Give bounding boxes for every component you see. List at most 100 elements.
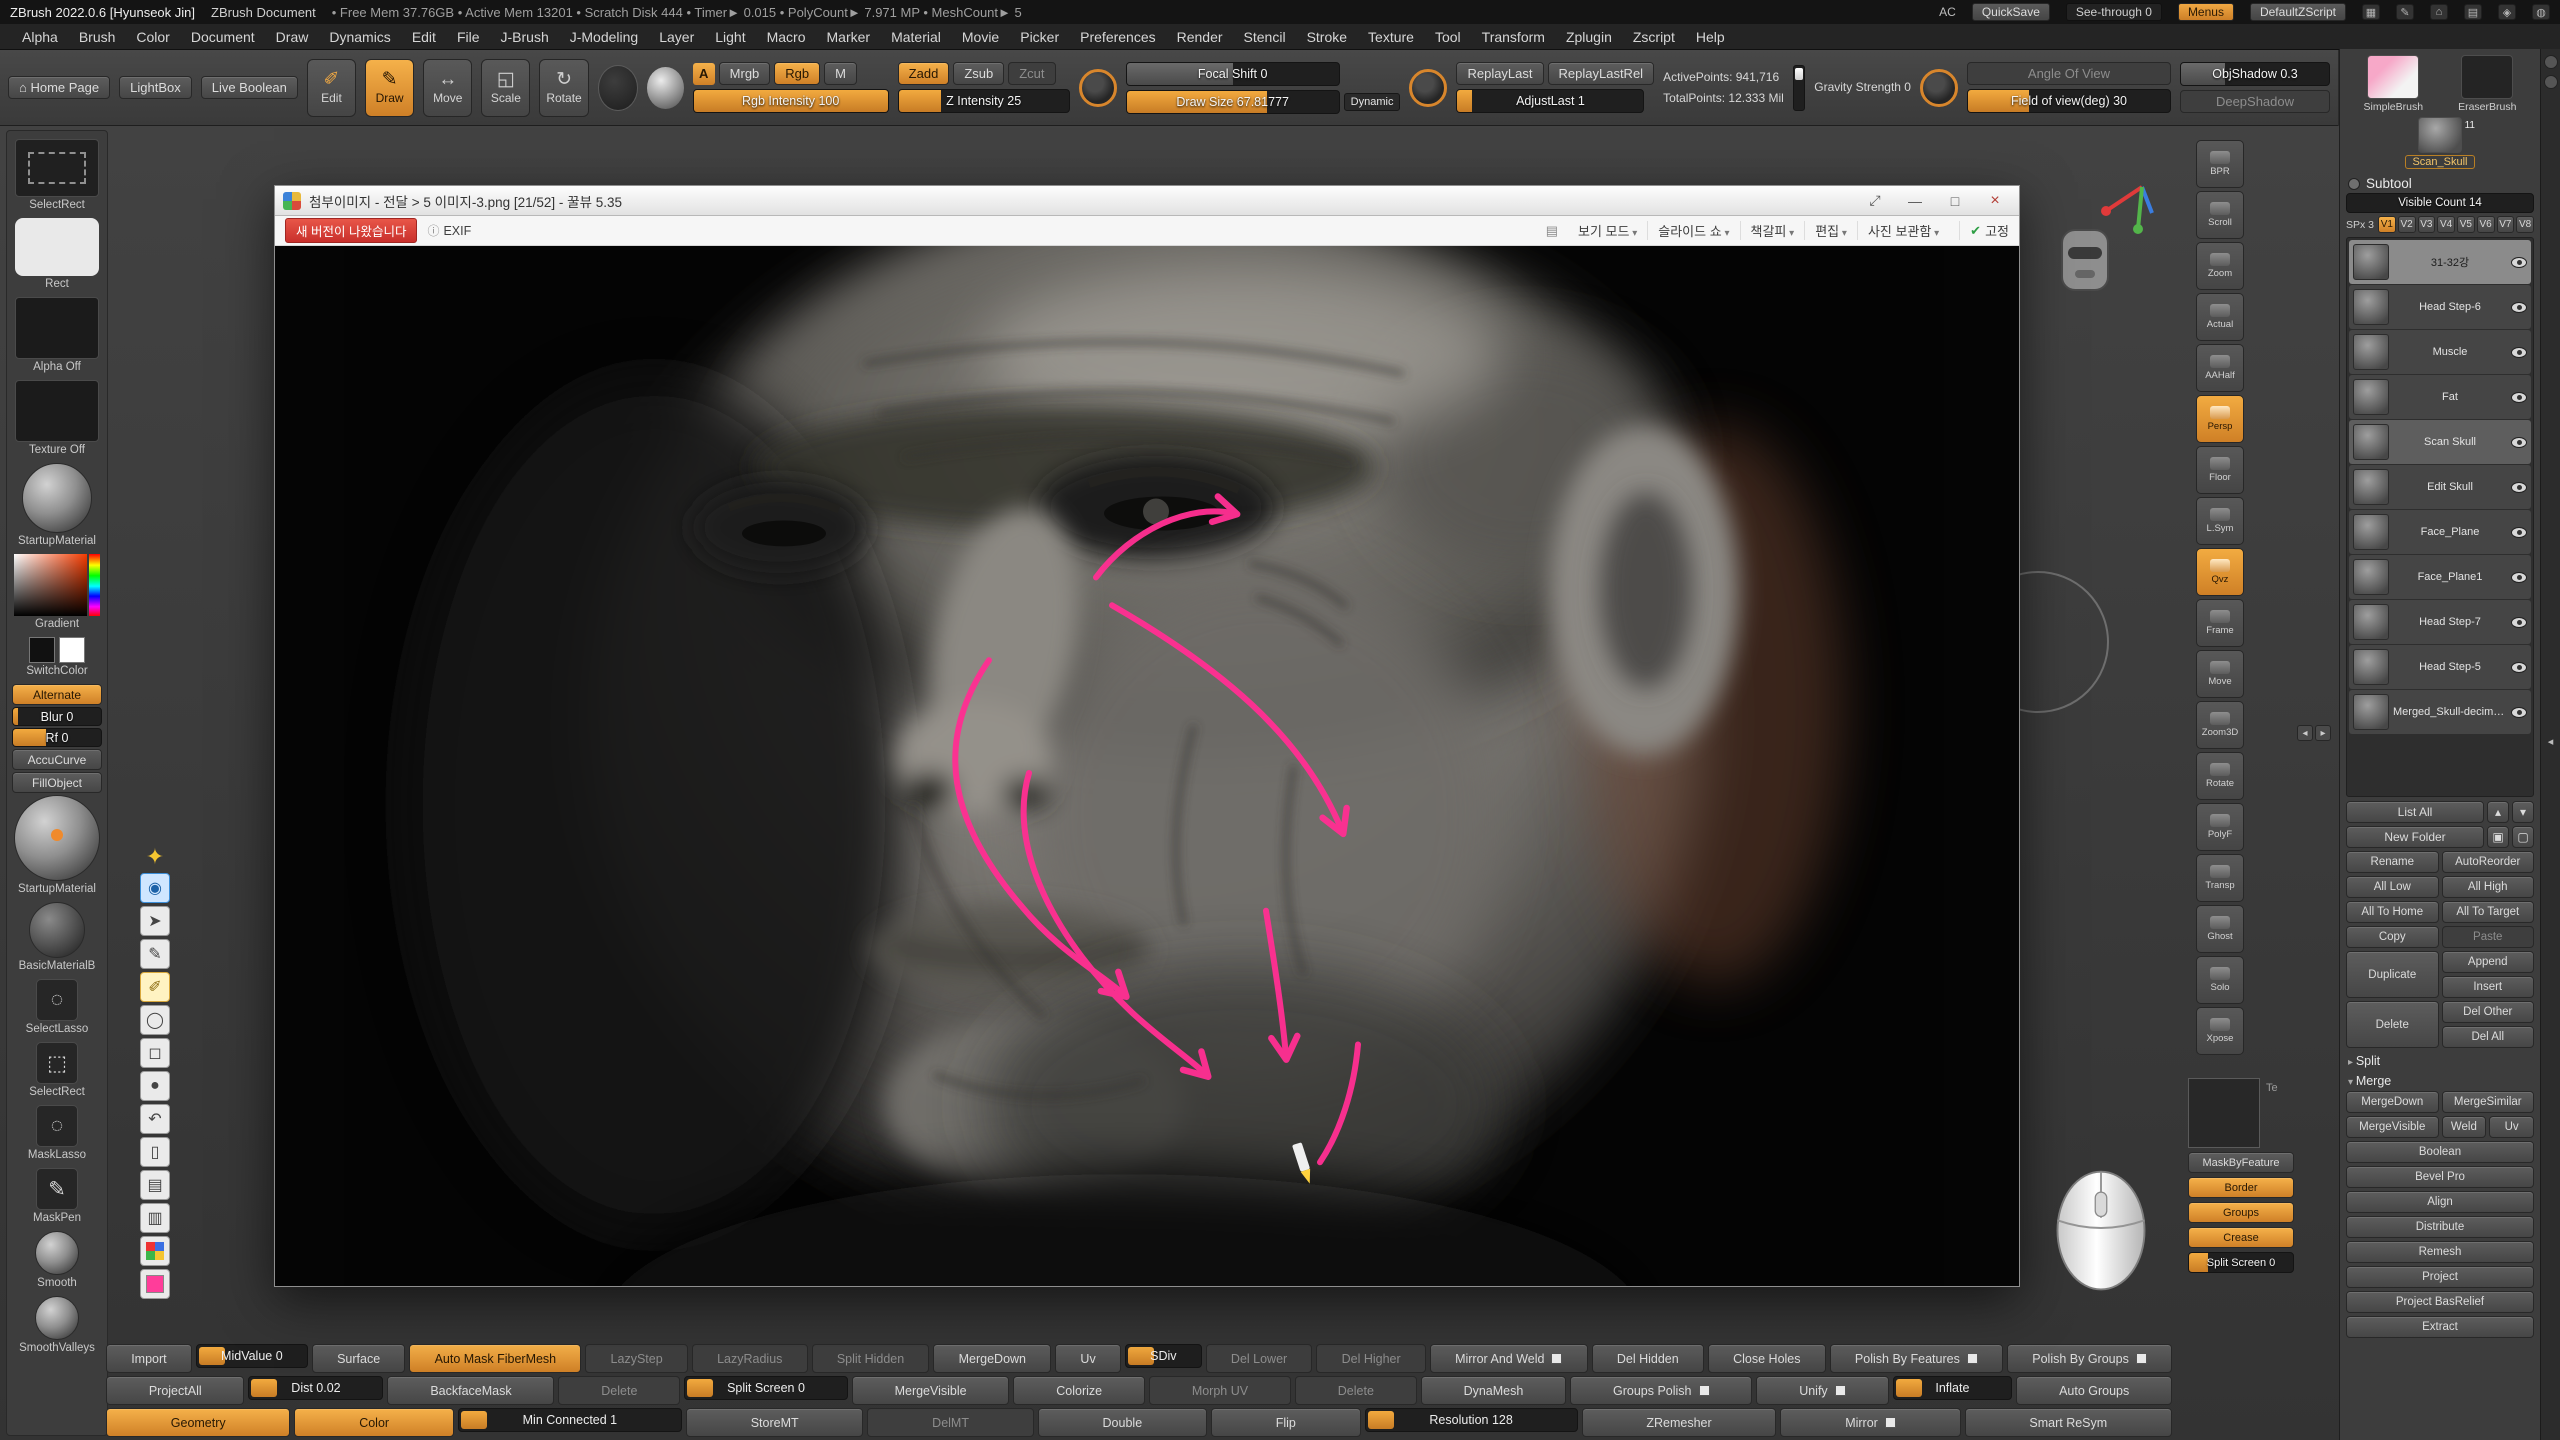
subtool-row[interactable]: Head Step-7	[2349, 600, 2531, 644]
viewer-menu-item[interactable]: 책갈피	[1740, 221, 1805, 240]
visibility-eye-icon[interactable]	[2511, 302, 2527, 313]
list-all-button[interactable]: List All	[2346, 801, 2484, 823]
subtool-thumbnail[interactable]	[2353, 649, 2389, 685]
viewer-menu-item[interactable]: 사진 보관함	[1857, 221, 1949, 240]
mask-by-feature-button[interactable]: MaskByFeature	[2188, 1152, 2294, 1173]
brush-preview[interactable]	[598, 65, 638, 111]
shelf-button[interactable]: Floor	[2196, 446, 2244, 494]
subtool-row[interactable]: Head Step-5	[2349, 645, 2531, 689]
subtool-thumbnail[interactable]	[2353, 469, 2389, 505]
replay-last-button[interactable]: ReplayLast	[1456, 62, 1543, 85]
zadd-button[interactable]: Zadd	[898, 62, 950, 85]
menu-item[interactable]: Document	[181, 27, 265, 47]
subtool-thumbnail[interactable]	[2353, 379, 2389, 415]
visibility-eye-icon[interactable]	[2511, 617, 2527, 628]
grid-icon[interactable]: ▦	[2362, 4, 2380, 20]
merge-section-header[interactable]: Merge	[2346, 1071, 2534, 1091]
exif-button[interactable]: ⓘEXIF	[427, 222, 471, 239]
annotation-tool-button[interactable]: ↶	[140, 1104, 170, 1134]
dynamic-toggle[interactable]: Dynamic	[1344, 93, 1401, 111]
maximize-button[interactable]: □	[1939, 190, 1971, 212]
home-page-button[interactable]: ⌂ Home Page	[8, 76, 110, 99]
visible-count-slider[interactable]: Visible Count 14	[2346, 193, 2534, 213]
stroke-rect-selector[interactable]	[15, 218, 99, 276]
shelf-button[interactable]: Rotate	[2196, 752, 2244, 800]
crease-button[interactable]: Crease	[2188, 1227, 2294, 1248]
distribute-button[interactable]: Distribute	[2346, 1216, 2534, 1238]
menu-item[interactable]: Render	[1167, 27, 1233, 47]
bottom-button[interactable]: Color	[294, 1408, 453, 1437]
bottom-button[interactable]: DelMT	[867, 1408, 1033, 1437]
bottom-button[interactable]: Del Lower	[1206, 1344, 1313, 1373]
bottom-button[interactable]: Del Higher	[1316, 1344, 1425, 1373]
bottom-button[interactable]: Del Hidden	[1592, 1344, 1704, 1373]
fov-slider[interactable]: Field of view(deg) 30	[1967, 89, 2171, 113]
del-all-button[interactable]: Del All	[2442, 1026, 2535, 1048]
autoreorder-button[interactable]: AutoReorder	[2442, 851, 2535, 873]
mask-pen-icon[interactable]: ✎	[36, 1168, 78, 1210]
menu-item[interactable]: Marker	[817, 27, 881, 47]
menus-button[interactable]: Menus	[2178, 3, 2234, 21]
angle-of-view-button[interactable]: Angle Of View	[1967, 62, 2171, 85]
paste-button[interactable]: Paste	[2442, 926, 2535, 948]
menu-item[interactable]: Stroke	[1297, 27, 1357, 47]
draw-mode-button[interactable]: ✎Draw	[365, 59, 414, 117]
zsub-button[interactable]: Zsub	[953, 62, 1004, 85]
visibility-eye-icon[interactable]	[2511, 437, 2527, 448]
shelf-button[interactable]: BPR	[2196, 140, 2244, 188]
current-tool[interactable]: 11 Scan_Skull	[2346, 117, 2534, 169]
shelf-button[interactable]: Zoom	[2196, 242, 2244, 290]
visibility-eye-icon[interactable]	[2511, 527, 2527, 538]
menu-item[interactable]: J-Modeling	[560, 27, 648, 47]
menu-item[interactable]: Movie	[952, 27, 1009, 47]
collapse-left-icon[interactable]: ◂	[2297, 725, 2313, 741]
menu-item[interactable]: Edit	[402, 27, 446, 47]
shelf-button[interactable]: Scroll	[2196, 191, 2244, 239]
alpha-selector[interactable]	[15, 297, 99, 359]
canvas-workspace[interactable]: SelectRect Rect Alpha Off Texture Off St…	[0, 126, 2339, 1440]
bottom-button[interactable]: Auto Groups	[2016, 1376, 2172, 1405]
viewer-menu-item[interactable]: 슬라이드 쇼	[1647, 221, 1739, 240]
scale-mode-button[interactable]: ◱Scale	[481, 59, 530, 117]
annotation-tool-button[interactable]: ▯	[140, 1137, 170, 1167]
subtool-row[interactable]: Fat	[2349, 375, 2531, 419]
annotation-tool-button[interactable]: ➤	[140, 906, 170, 936]
shelf-button[interactable]: Ghost	[2196, 905, 2244, 953]
startup-material-sphere[interactable]	[14, 795, 100, 881]
menu-item[interactable]: Color	[126, 27, 179, 47]
menu-item[interactable]: Brush	[69, 27, 126, 47]
subtool-row[interactable]: Merged_Skull-decimation2_5	[2349, 690, 2531, 734]
project-basrelief-button[interactable]: Project BasRelief	[2346, 1291, 2534, 1313]
annotation-tool-button[interactable]: ✦	[140, 844, 170, 870]
texture-selector[interactable]	[15, 380, 99, 442]
shelf-button[interactable]: Move	[2196, 650, 2244, 698]
bottom-button[interactable]: DynaMesh	[1421, 1376, 1566, 1405]
rotate-mode-button[interactable]: ↻Rotate	[539, 59, 588, 117]
see-through-slider[interactable]: See-through 0	[2066, 3, 2162, 21]
zcut-button[interactable]: Zcut	[1008, 62, 1055, 85]
switch-color-swatches[interactable]	[29, 637, 85, 663]
viewer-menu-item[interactable]: 편집	[1804, 221, 1857, 240]
version-button[interactable]: V8	[2516, 216, 2534, 233]
gravity-vertical-slider[interactable]	[1793, 65, 1805, 111]
annotation-tool-button[interactable]: ▥	[140, 1203, 170, 1233]
annotation-tool-button[interactable]: ●	[140, 1071, 170, 1101]
menu-item[interactable]: Texture	[1358, 27, 1424, 47]
menu-item[interactable]: Draw	[266, 27, 319, 47]
brush-cell[interactable]: EraserBrush	[2458, 55, 2516, 113]
select-rect-icon[interactable]: ⬚	[36, 1042, 78, 1084]
annotation-tool-button[interactable]: ▤	[140, 1170, 170, 1200]
material-selector[interactable]	[22, 463, 92, 533]
version-button[interactable]: V3	[2418, 216, 2436, 233]
select-lasso-icon[interactable]: ◌	[36, 979, 78, 1021]
shelf-button[interactable]: Actual	[2196, 293, 2244, 341]
menu-item[interactable]: Dynamics	[319, 27, 400, 47]
subtool-thumbnail[interactable]	[2353, 244, 2389, 280]
subtool-row[interactable]: Edit Skull	[2349, 465, 2531, 509]
fill-object-button[interactable]: FillObject	[12, 772, 102, 793]
quicksave-button[interactable]: QuickSave	[1972, 3, 2050, 21]
shelf-button[interactable]: Persp	[2196, 395, 2244, 443]
delete-button[interactable]: Delete	[2346, 1001, 2439, 1048]
insert-button[interactable]: Insert	[2442, 976, 2535, 998]
folder-icon[interactable]: ▣	[2487, 826, 2509, 848]
